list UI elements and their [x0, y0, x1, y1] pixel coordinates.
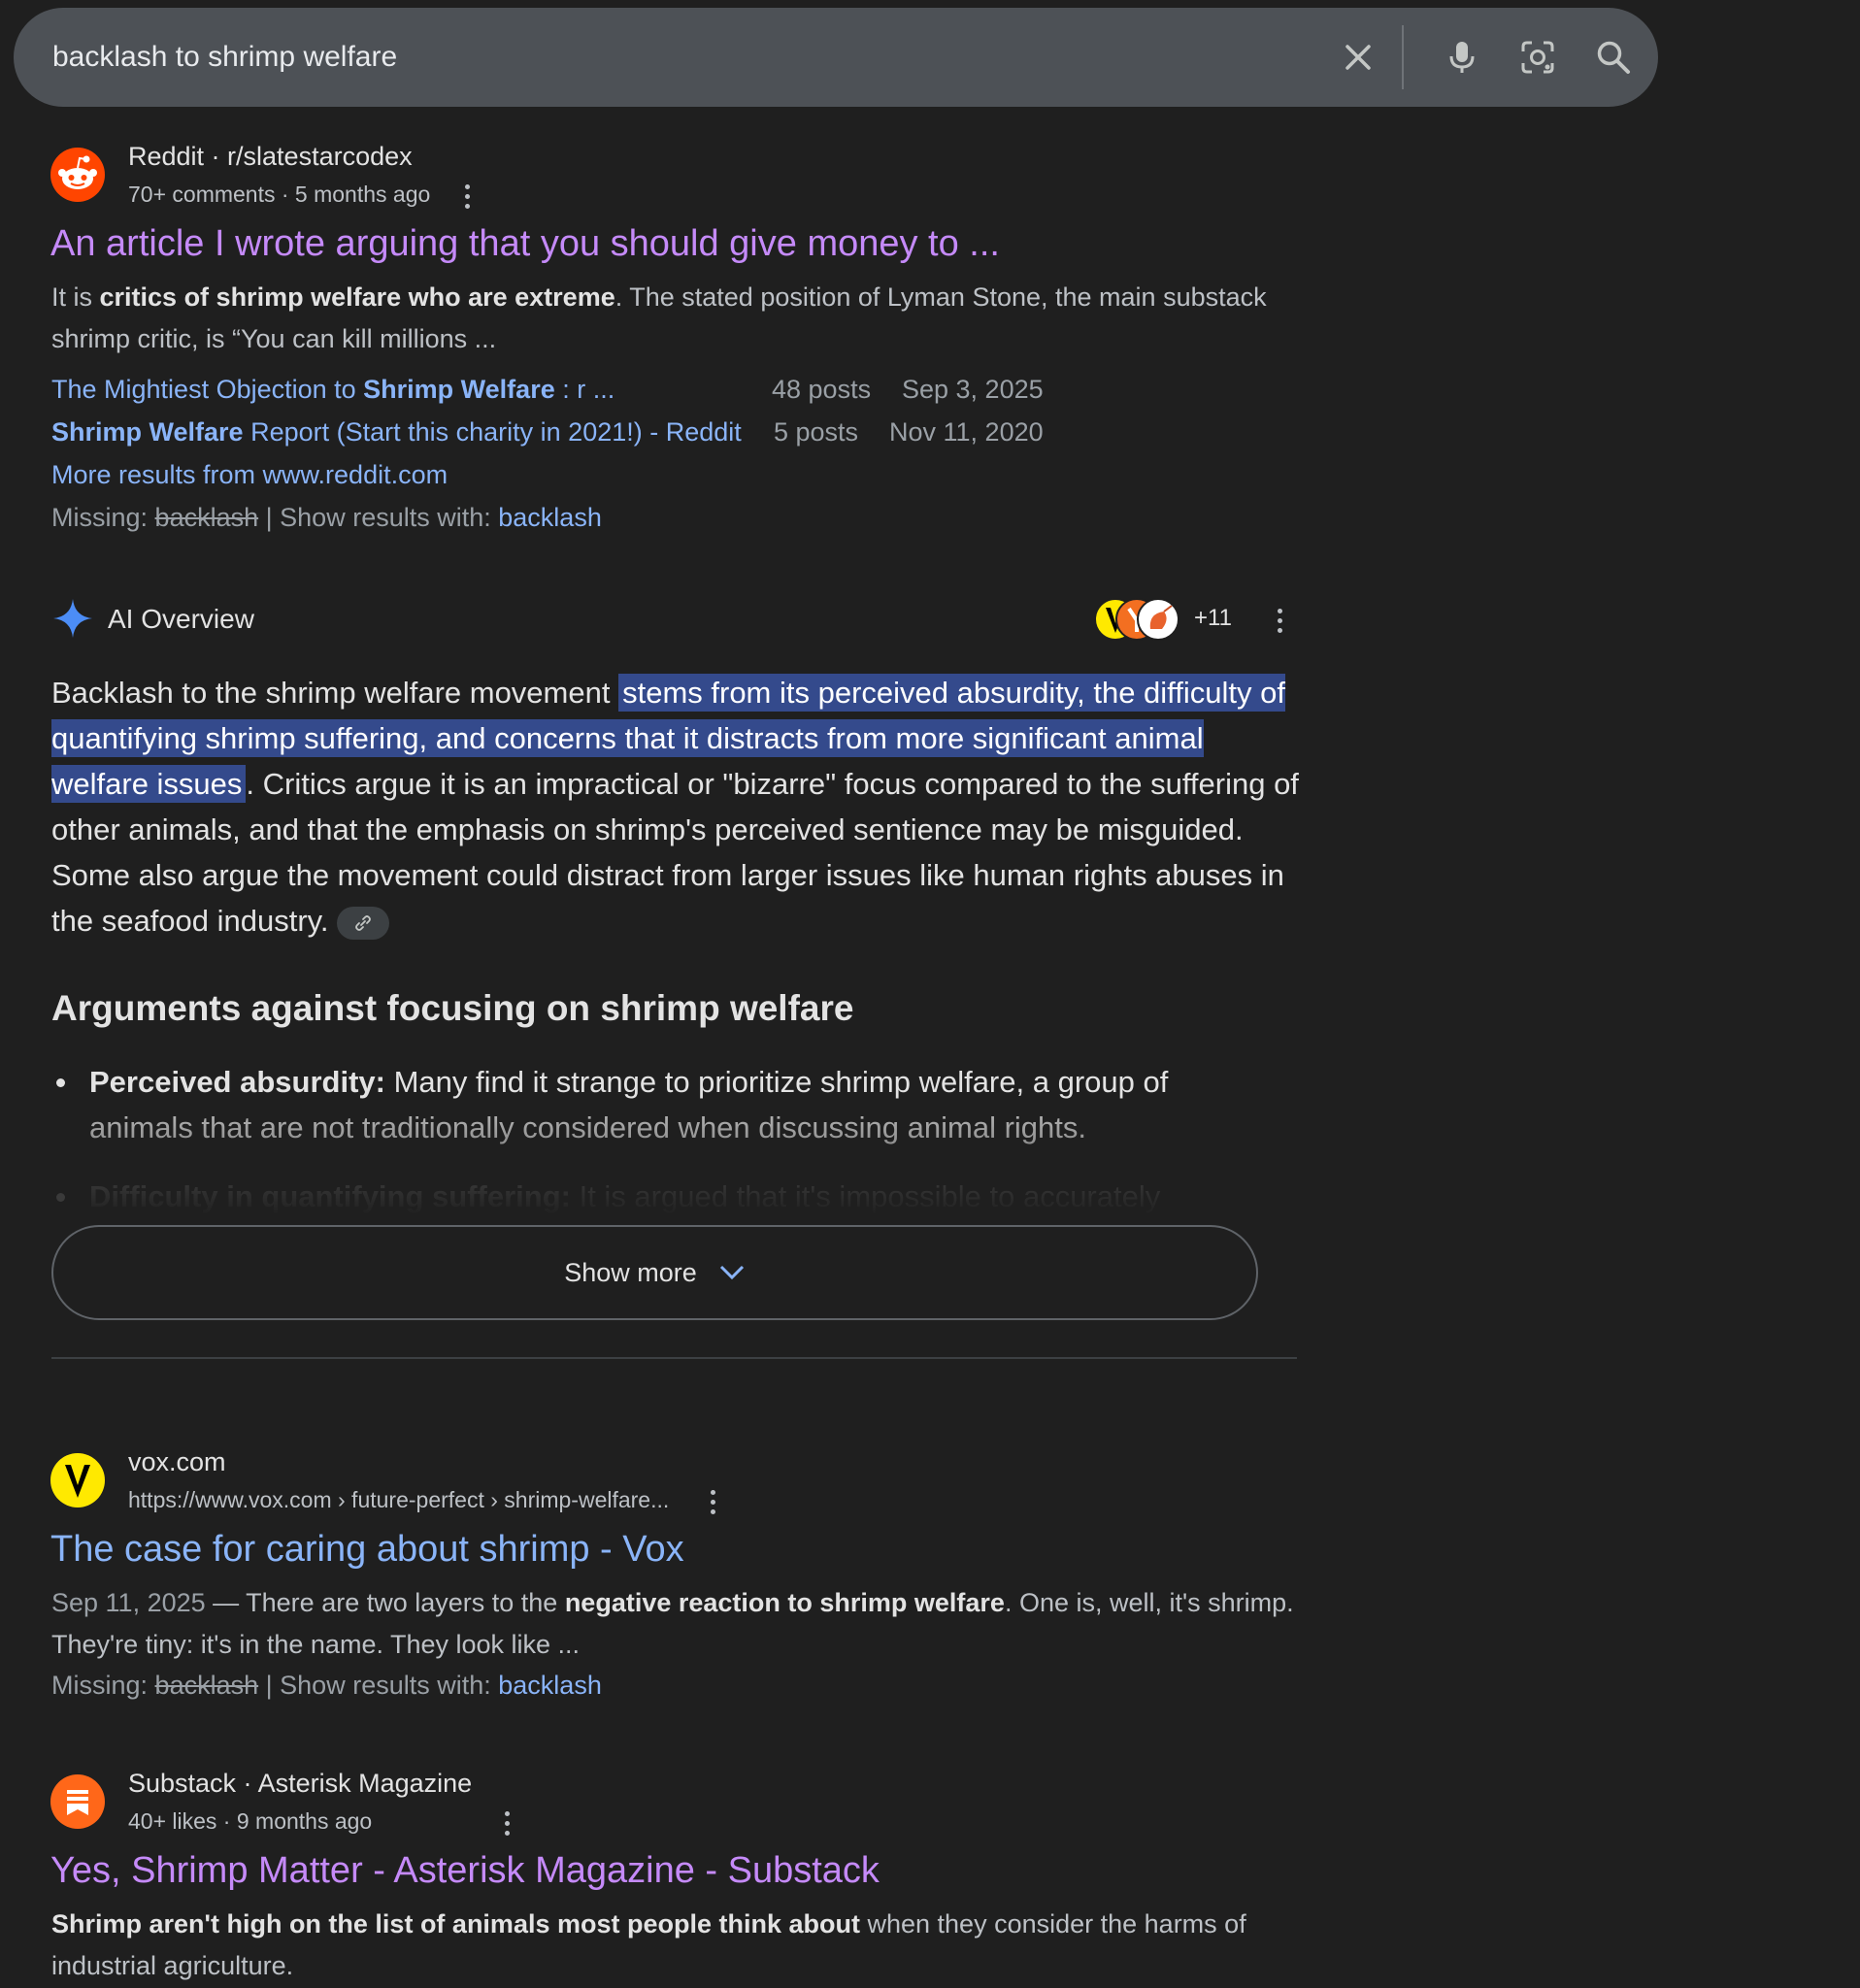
microphone-icon[interactable]: [1443, 38, 1481, 77]
sitelink-post-count: 48 posts: [772, 375, 872, 404]
missing-terms: Missing: backlash | Show results with: b…: [51, 1671, 602, 1700]
bullet-dot: [56, 1193, 65, 1202]
vox-favicon-icon: [50, 1453, 105, 1508]
show-more-label: Show more: [564, 1257, 697, 1287]
ai-sources-avatars[interactable]: [1094, 598, 1179, 641]
result-title-link[interactable]: Yes, Shrimp Matter - Asterisk Magazine -…: [50, 1850, 880, 1892]
more-options-icon[interactable]: [460, 184, 474, 214]
more-options-icon[interactable]: [500, 1811, 514, 1840]
section-divider: [51, 1357, 1297, 1359]
result-snippet: It is critics of shrimp welfare who are …: [51, 282, 1267, 353]
ai-overview-heading: Arguments against focusing on shrimp wel…: [51, 988, 854, 1028]
ai-overview-more-options-icon[interactable]: [1273, 609, 1286, 638]
reddit-favicon-icon: [50, 148, 105, 202]
citation-link-icon[interactable]: [336, 906, 389, 940]
more-options-icon[interactable]: [706, 1490, 719, 1519]
show-results-with-link[interactable]: backlash: [498, 1671, 602, 1700]
sitelink[interactable]: Shrimp Welfare Report (Start this charit…: [51, 417, 742, 447]
more-results-link[interactable]: More results from www.reddit.com: [51, 460, 448, 490]
ai-overview-text: Backlash to the shrimp welfare movement …: [51, 674, 1299, 940]
search-divider: [1402, 25, 1404, 89]
search-bar[interactable]: backlash to shrimp welfare: [14, 8, 1658, 107]
search-input[interactable]: backlash to shrimp welfare: [52, 8, 397, 107]
sitelink[interactable]: The Mightiest Objection to Shrimp Welfar…: [51, 375, 614, 405]
result-source[interactable]: Reddit · r/slatestarcodex: [128, 142, 413, 172]
search-icon[interactable]: [1594, 38, 1633, 77]
result-title-link[interactable]: The case for caring about shrimp - Vox: [50, 1529, 684, 1571]
substack-favicon-icon: [50, 1774, 105, 1829]
lens-icon[interactable]: [1518, 38, 1557, 77]
sitelink-date: Nov 11, 2020: [889, 417, 1044, 447]
result-title-link[interactable]: An article I wrote arguing that you shou…: [50, 223, 1000, 265]
bullet-item-faded: Difficulty in quantifying suffering: It …: [89, 1179, 1161, 1213]
fade-overlay: [87, 1105, 1272, 1147]
result-url[interactable]: https://www.vox.com › future-perfect › s…: [128, 1487, 669, 1513]
result-snippet: Shrimp aren't high on the list of animal…: [51, 1909, 1246, 1980]
ai-sources-count: +11: [1194, 605, 1232, 631]
bullet-dot: [56, 1078, 65, 1087]
chevron-down-icon: [719, 1265, 744, 1280]
result-meta: 70+ comments · 5 months ago: [128, 182, 431, 207]
result-meta: 40+ likes · 9 months ago: [128, 1808, 373, 1834]
result-snippet: Sep 11, 2025 — There are two layers to t…: [51, 1588, 1294, 1659]
clear-icon[interactable]: [1339, 38, 1378, 77]
show-more-button[interactable]: Show more: [51, 1225, 1258, 1320]
shrimp-source-icon: [1137, 598, 1179, 641]
result-source[interactable]: vox.com: [128, 1447, 226, 1477]
ai-overview-label: AI Overview: [108, 604, 254, 634]
result-source[interactable]: Substack · Asterisk Magazine: [128, 1769, 472, 1799]
gemini-sparkle-icon: [53, 599, 92, 638]
sitelink-date: Sep 3, 2025: [902, 375, 1044, 404]
sitelink-post-count: 5 posts: [774, 417, 859, 447]
show-results-with-link[interactable]: backlash: [498, 503, 602, 532]
missing-terms: Missing: backlash | Show results with: b…: [51, 503, 602, 532]
